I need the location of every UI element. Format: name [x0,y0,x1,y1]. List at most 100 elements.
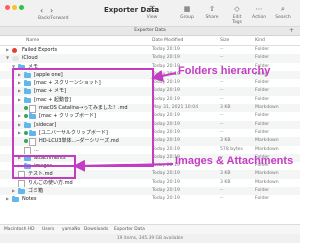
tag-icon: ◇ [234,5,240,13]
search-button[interactable]: ⌕ Search [274,5,292,20]
row-kind: Markdown [255,179,279,185]
row-size: -- [220,47,224,52]
row-date: Today 20:19 [152,179,180,185]
share-button[interactable]: ⇧ Share [203,5,221,20]
row-size: -- [220,80,224,86]
share-icon: ⇧ [209,5,215,13]
folders-highlight-box [12,68,154,167]
error-icon [12,48,17,53]
images-attachments-label: Images & Attachments [175,155,294,167]
edit-tags-button[interactable]: ◇ Edit Tags [228,5,246,25]
row-date: Today 20:19 [152,47,180,52]
search-icon: ⌕ [281,5,285,13]
new-tab-icon[interactable]: + [289,27,294,34]
row-date: Today 20:19 [152,188,180,194]
row-kind: Folder [255,47,270,52]
row-kind: Markdown [255,171,279,177]
close-button[interactable] [5,5,10,10]
status-bar: 19 items, 345.39 GB available [0,234,300,243]
minimize-button[interactable] [12,5,17,10]
row-kind: Folder [255,188,270,194]
list-item[interactable]: ▼ iCloud Today 20:19 -- Folder [0,54,300,63]
row-size: 578 bytes [220,146,243,152]
row-date: Today 20:19 [152,121,180,127]
row-date: Today 20:19 [152,138,180,144]
view-button[interactable]: ☰ View [143,5,161,20]
disclosure-chevron-icon[interactable]: ▶ [6,46,9,54]
row-kind: Folder [255,96,270,102]
row-size: 3 KB [220,171,231,177]
row-date: Today 20:19 [152,55,180,61]
disclosure-chevron-icon[interactable]: ▼ [6,54,9,62]
row-size: 3 KB [220,105,231,111]
forward-chevron-icon[interactable]: › [50,6,53,15]
path-crumb[interactable]: Users [42,227,54,232]
row-name: Failed Exports [22,47,58,53]
row-size: -- [220,88,224,94]
path-crumb[interactable]: yamaNo [62,227,80,232]
column-name[interactable]: Name [26,38,39,43]
row-name: iCloud [22,55,38,62]
column-kind[interactable]: Kind [255,38,265,43]
row-date: Today 20:19 [152,63,180,69]
row-date: Today 20:19 [152,171,180,177]
zoom-button[interactable] [19,5,24,10]
disclosure-chevron-icon[interactable]: ▶ [12,187,15,195]
list-item[interactable]: りんごの使い方.md Today 20:19 3 KB Markdown [0,179,300,188]
list-item[interactable]: ▶ Failed Exports Today 20:19 -- Folder [0,46,300,54]
folder-icon [12,196,19,203]
row-size: -- [220,55,224,61]
row-kind: Markdown [255,146,279,152]
row-date: Today 20:19 [152,146,180,152]
disclosure-chevron-icon[interactable]: ▶ [6,195,9,203]
row-kind: Folder [255,80,270,86]
finder-window: ‹ › Back/Forward Exporter Data ☰ View ▦ … [0,0,300,243]
row-kind: Markdown [255,105,279,111]
images-highlight-box [12,155,76,179]
group-button[interactable]: ▦ Group [178,5,196,20]
row-name: Notes [22,196,37,203]
path-crumb[interactable]: Downloads [84,227,108,232]
nav-label: Back/Forward [38,16,69,21]
row-size: -- [220,196,224,202]
status-text: 19 items, 345.39 GB available [116,236,184,241]
path-bar: Macintosh HD Users yamaNo Downloads Expo… [0,224,300,234]
path-crumb[interactable]: Exporter Data [114,227,145,232]
row-date: Today 20:19 [152,113,180,119]
row-date: May 31, 2021 10:04 [152,105,199,111]
column-size[interactable]: Size [220,38,229,43]
column-date-modified[interactable]: Date Modified [152,38,183,43]
row-name: りんごの使い方.md [28,179,73,186]
icloud-icon [12,56,19,62]
row-kind: Folder [255,88,270,94]
path-crumb[interactable]: Macintosh HD [4,227,34,232]
row-size: -- [220,188,224,194]
row-date: Today 20:19 [152,71,180,77]
row-size: -- [220,129,224,135]
back-chevron-icon[interactable]: ‹ [40,6,43,15]
column-header: Name Date Modified Size Kind [0,36,300,46]
action-button[interactable]: ⋯ Action [250,5,268,20]
row-kind: Folder [255,113,270,119]
folders-hierarchy-label: Folders hierarchy [178,65,271,77]
group-icon: ▦ [183,5,191,13]
folder-icon [18,188,25,195]
row-date: Today 20:19 [152,96,180,102]
row-size: -- [220,113,224,119]
row-size: -- [220,121,224,127]
toolbar: ‹ › Back/Forward Exporter Data ☰ View ▦ … [0,0,300,27]
row-kind: Folder [255,196,270,202]
action-icon: ⋯ [255,5,263,13]
view-icon: ☰ [148,5,156,13]
list-item[interactable]: ▶ Notes Today 20:19 -- Folder [0,195,300,203]
row-date: Today 20:19 [152,196,180,202]
tab-bar: Exporter Data + [0,27,300,36]
list-item[interactable]: ▶ ゴミ箱 Today 20:19 -- Folder [0,187,300,196]
row-date: Today 20:19 [152,129,180,135]
row-kind: Markdown [255,138,279,144]
tab-exporter-data[interactable]: Exporter Data [0,28,300,33]
row-kind: Folder [255,129,270,135]
row-date: Today 20:19 [152,88,180,94]
row-kind: Folder [255,121,270,127]
row-date: Today 20:19 [152,80,180,86]
